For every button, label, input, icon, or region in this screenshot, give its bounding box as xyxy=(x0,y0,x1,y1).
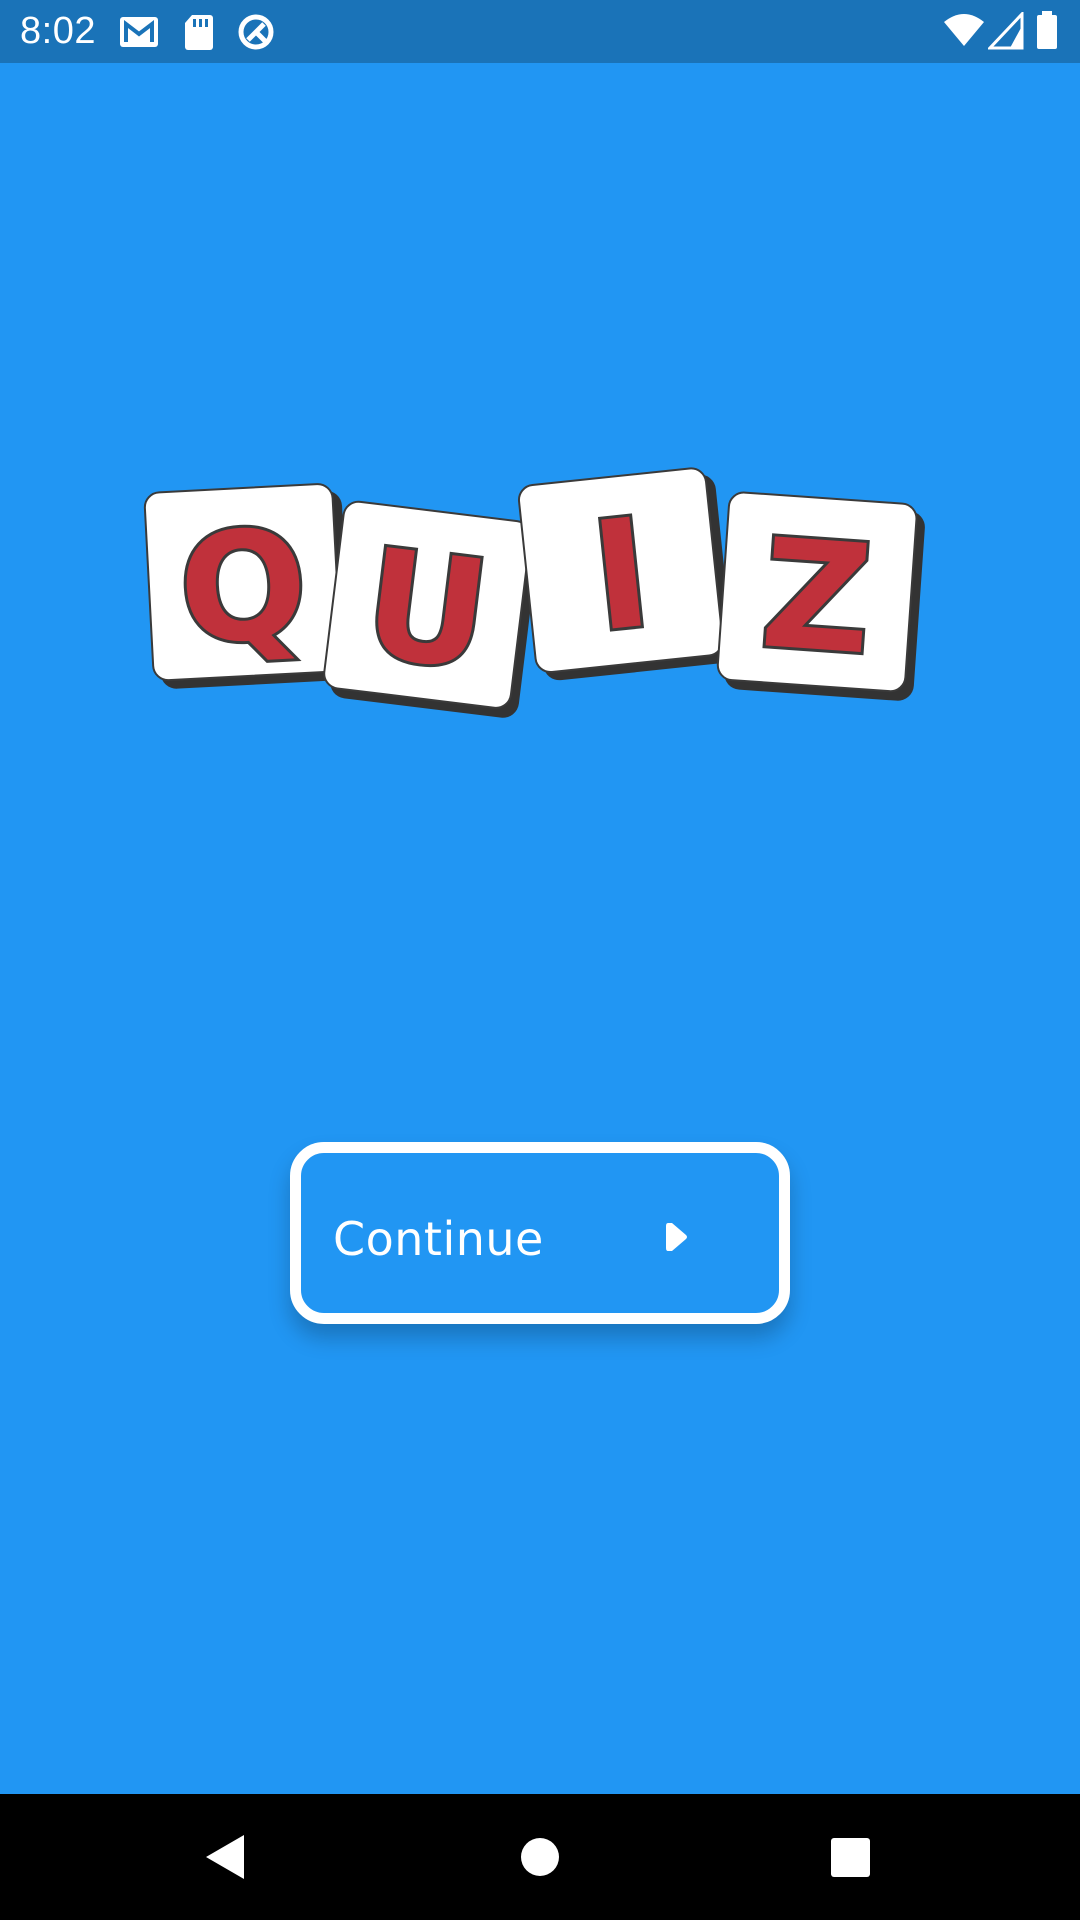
logo-tile-q: Q xyxy=(143,482,352,690)
status-bar: 8:02 xyxy=(0,0,1080,63)
signal-icon xyxy=(986,10,1028,52)
logo-letter-q: Q xyxy=(175,498,311,678)
logo-letter-u: U xyxy=(355,517,497,705)
logo-letter-i: I xyxy=(585,487,659,666)
status-time: 8:02 xyxy=(20,10,96,52)
home-icon[interactable] xyxy=(510,1827,570,1887)
back-icon[interactable] xyxy=(196,1827,256,1887)
wifi-icon xyxy=(942,12,984,52)
logo-tile-u: U xyxy=(321,498,541,720)
continue-button[interactable]: Continue xyxy=(290,1142,790,1324)
logo-tile-z: Z xyxy=(715,490,926,702)
recents-icon[interactable] xyxy=(820,1827,880,1887)
gmail-icon xyxy=(118,12,158,52)
continue-label: Continue xyxy=(333,1212,544,1266)
battery-icon xyxy=(1036,10,1076,50)
play-arrow-icon xyxy=(664,1220,690,1254)
quiz-start-screen: 8:02 Q U I Z Continue xyxy=(0,0,1080,1920)
logo-tile-i: I xyxy=(516,465,735,682)
quiz-logo: Q U I Z xyxy=(130,455,950,755)
logo-letter-z: Z xyxy=(756,507,877,688)
sync-icon xyxy=(236,12,276,52)
sd-card-icon xyxy=(182,12,222,52)
navigation-bar xyxy=(0,1794,1080,1920)
